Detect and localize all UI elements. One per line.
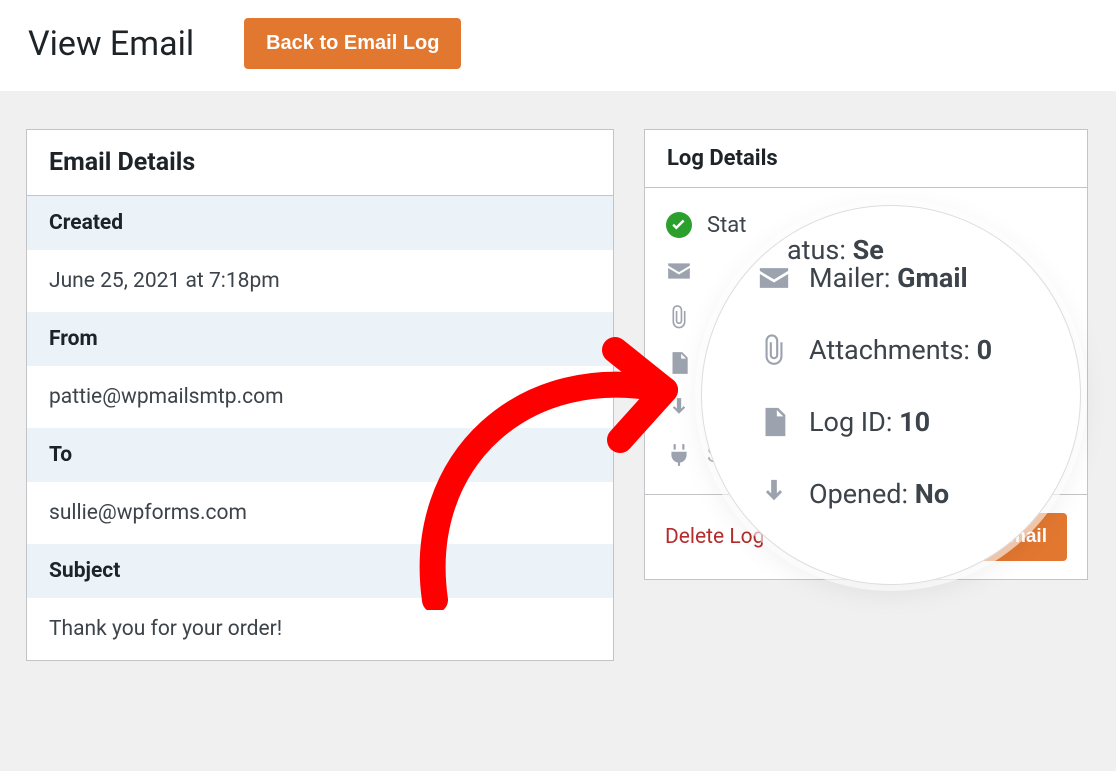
mag-logid-text: Log ID: 10 xyxy=(809,406,930,438)
subject-value: Thank you for your order! xyxy=(27,598,613,660)
mag-mailer-text: Mailer: Gmail xyxy=(809,262,968,294)
pointer-icon xyxy=(665,395,693,423)
check-circle-icon xyxy=(665,211,693,239)
from-value: pattie@wpmailsmtp.com xyxy=(27,366,613,428)
from-label: From xyxy=(27,312,613,366)
to-value: sullie@wpforms.com xyxy=(27,482,613,544)
to-label: To xyxy=(27,428,613,482)
mag-attachments-text: Attachments: 0 xyxy=(809,334,992,366)
email-details-panel: Email Details Created June 25, 2021 at 7… xyxy=(26,129,614,661)
plug-icon xyxy=(665,441,693,469)
mag-row-attachments: Attachments: 0 xyxy=(757,314,1040,386)
log-status-text: Stat xyxy=(707,213,746,238)
document-icon xyxy=(757,405,791,439)
delete-log-link[interactable]: Delete Log xyxy=(665,525,764,549)
created-label: Created xyxy=(27,196,613,250)
pointer-icon xyxy=(757,477,791,511)
mag-opened-text: Opened: No xyxy=(809,478,949,510)
mag-row-logid: Log ID: 10 xyxy=(757,386,1040,458)
document-icon xyxy=(665,349,693,377)
email-details-heading: Email Details xyxy=(27,130,613,196)
mag-row-mailer: Mailer: Gmail xyxy=(757,261,1040,314)
log-details-heading: Log Details xyxy=(645,130,1087,188)
created-value: June 25, 2021 at 7:18pm xyxy=(27,250,613,312)
paperclip-icon xyxy=(757,333,791,367)
page-title: View Email xyxy=(28,24,194,64)
paperclip-icon xyxy=(665,303,693,331)
envelope-icon xyxy=(665,257,693,285)
mag-row-opened: Opened: No xyxy=(757,458,1040,530)
back-to-log-button[interactable]: Back to Email Log xyxy=(244,18,461,69)
subject-label: Subject xyxy=(27,544,613,598)
envelope-icon xyxy=(757,261,791,295)
page-header: View Email Back to Email Log xyxy=(0,0,1116,91)
magnifier-callout: atus: Se Mailer: Gmail Attachments: 0 Lo… xyxy=(701,205,1081,585)
mag-status-fragment: atus: Se xyxy=(787,234,884,266)
